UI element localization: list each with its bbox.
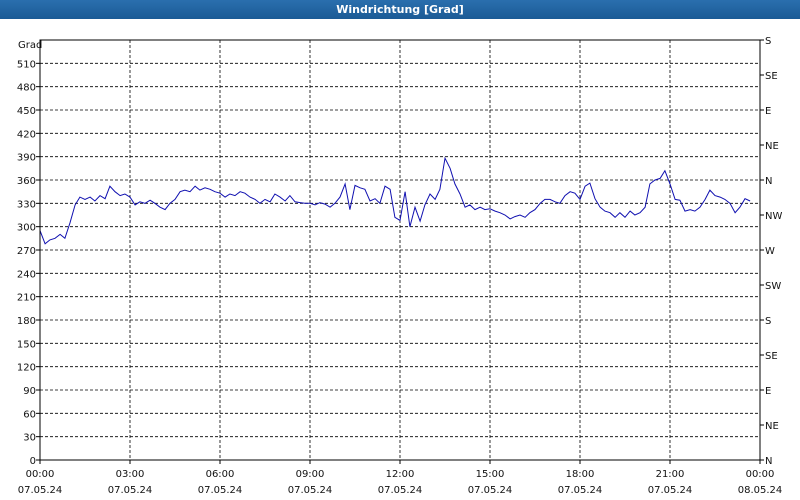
y-tick-label: 0 [30, 456, 36, 467]
y-tick-labels: 0 30 60 90 120 150 180 210 240 270 300 330 360 390 420… [17, 59, 36, 467]
compass-label: N [765, 456, 772, 467]
x-tick-time: 09:00 [296, 469, 325, 480]
series-line [39, 156, 751, 245]
y-tick-label: 450 [17, 106, 36, 117]
x-tick-date: 07.05.24 [468, 485, 513, 496]
x-tick-date: 08.05.24 [738, 485, 783, 496]
x-tick-date: 07.05.24 [558, 485, 603, 496]
y-tick-label: 360 [17, 176, 36, 187]
y-tick-label: 330 [17, 199, 36, 210]
x-tick-time: 15:00 [476, 469, 505, 480]
x-tick-date: 07.05.24 [648, 485, 693, 496]
grid-lines [36, 39, 764, 464]
compass-label: W [765, 246, 775, 257]
x-tick-time: 06:00 [206, 469, 235, 480]
x-tick-time: 12:00 [386, 469, 415, 480]
compass-label: E [765, 386, 771, 397]
x-tick-date: 07.05.24 [108, 485, 153, 496]
y-tick-label: 510 [17, 59, 36, 70]
y-tick-label: 30 [23, 433, 36, 444]
y-tick-label: 420 [17, 129, 36, 140]
x-tick-date: 07.05.24 [198, 485, 243, 496]
compass-label: N [765, 176, 772, 187]
compass-label: E [765, 106, 771, 117]
x-tick-time: 00:00 [746, 469, 775, 480]
compass-label: SE [765, 351, 778, 362]
wind-direction-chart: Grad 0 30 60 90 120 150 180 210 240 270 300 330 360 3… [17, 36, 783, 496]
x-tick-time: 03:00 [116, 469, 145, 480]
compass-label: S [765, 316, 771, 327]
y-axis-label: Grad [18, 40, 42, 51]
compass-label: SW [765, 281, 781, 292]
x-tick-time: 21:00 [656, 469, 685, 480]
y-tick-label: 180 [17, 316, 36, 327]
y-tick-label: 390 [17, 153, 36, 164]
y-tick-label: 240 [17, 269, 36, 280]
compass-tick-labels: N NE E SE S SW W NW N NE E SE S [765, 36, 782, 467]
compass-label: NE [765, 141, 779, 152]
x-tick-labels: 00:00 07.05.24 03:00 07.05.24 06:00 07.05.24 0… [18, 469, 783, 496]
y-tick-label: 300 [17, 223, 36, 234]
x-tick-date: 07.05.24 [18, 485, 63, 496]
y-tick-label: 270 [17, 246, 36, 257]
x-tick-time: 18:00 [566, 469, 595, 480]
compass-label: NE [765, 421, 779, 432]
y-tick-label: 60 [23, 409, 36, 420]
y-tick-label: 120 [17, 363, 36, 374]
y-tick-label: 480 [17, 83, 36, 94]
compass-label: NW [765, 211, 782, 222]
y-tick-label: 90 [23, 386, 36, 397]
compass-label: SE [765, 71, 778, 82]
y-tick-label: 150 [17, 339, 36, 350]
x-tick-time: 00:00 [26, 469, 55, 480]
series-group [39, 156, 751, 245]
compass-label: S [765, 36, 771, 47]
x-tick-date: 07.05.24 [288, 485, 333, 496]
y-tick-label: 210 [17, 293, 36, 304]
x-tick-date: 07.05.24 [378, 485, 423, 496]
